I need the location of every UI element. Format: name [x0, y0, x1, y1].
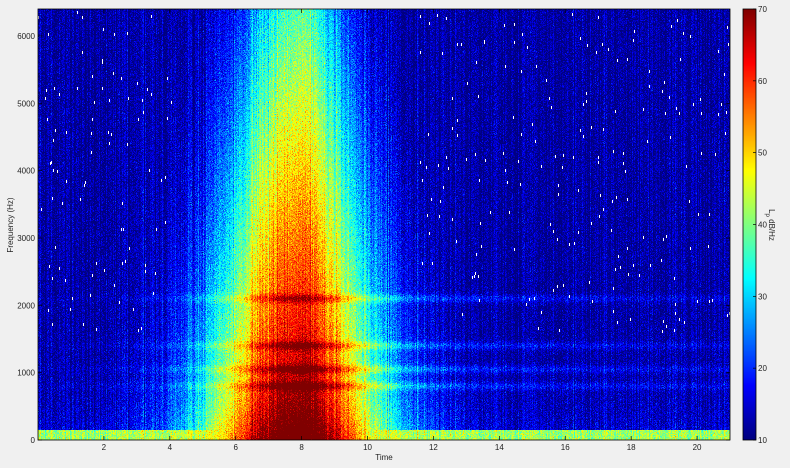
- colorbar-tick-label: 60: [758, 77, 767, 86]
- colorbar-tick-label: 40: [758, 221, 767, 230]
- colorbar-tick-label: 30: [758, 292, 767, 301]
- colorbar-label-unit: dB/Hz: [767, 217, 776, 241]
- axes-overlay: 2 4 6 8 10 12 14 16 18 20 0 1000 2000 3000 4000 5000 60…: [6, 5, 776, 462]
- colorbar-tick-label: 20: [758, 364, 767, 373]
- x-tick-label: 10: [363, 443, 372, 452]
- y-tick-label: 4000: [17, 167, 35, 176]
- x-tick-label: 18: [627, 443, 636, 452]
- x-tick-label: 20: [693, 443, 702, 452]
- y-axis-label: Frequency (Hz): [6, 197, 15, 252]
- x-tick-label: 8: [299, 443, 304, 452]
- plot-frame: [37, 8, 731, 441]
- y-tick-label: 1000: [17, 369, 35, 378]
- figure: 2 4 6 8 10 12 14 16 18 20 0 1000 2000 3000 4000 5000 60…: [0, 0, 790, 468]
- y-tick-label: 3000: [17, 234, 35, 243]
- colorbar-ticks: 10 20 30 40 50 60 70: [753, 5, 767, 445]
- y-tick-label: 2000: [17, 301, 35, 310]
- y-axis-ticks: 0 1000 2000 3000 4000 5000 6000: [17, 32, 730, 445]
- x-tick-label: 4: [168, 443, 173, 452]
- colorbar-tick-label: 50: [758, 149, 767, 158]
- y-tick-label: 5000: [17, 99, 35, 108]
- x-tick-label: 2: [102, 443, 107, 452]
- y-tick-label: 6000: [17, 32, 35, 41]
- x-tick-label: 6: [233, 443, 238, 452]
- x-tick-label: 12: [429, 443, 438, 452]
- x-axis-ticks: 2 4 6 8 10 12 14 16 18 20: [102, 9, 702, 452]
- x-tick-label: 16: [561, 443, 570, 452]
- x-tick-label: 14: [495, 443, 504, 452]
- y-tick-label: 0: [31, 436, 36, 445]
- x-axis-label: Time: [375, 453, 393, 462]
- colorbar-tick-label: 70: [758, 5, 767, 14]
- colorbar-tick-label: 10: [758, 436, 767, 445]
